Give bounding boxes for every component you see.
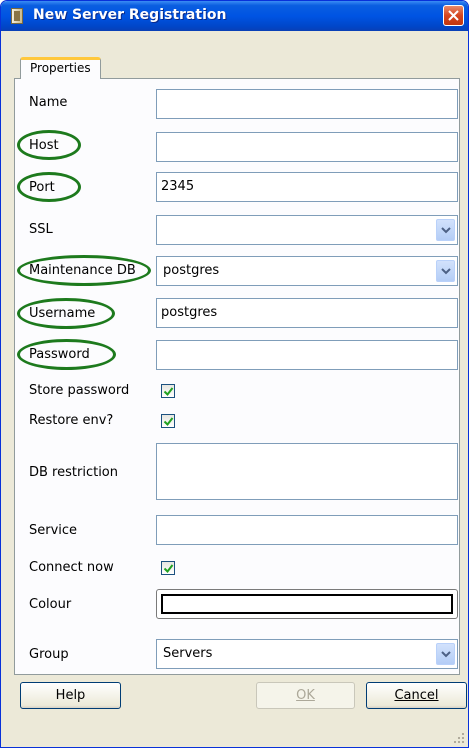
ssl-label: SSL (29, 222, 53, 237)
password-input[interactable] (156, 340, 458, 370)
maintenance-db-label: Maintenance DB (29, 263, 136, 278)
title-bar[interactable]: New Server Registration (1, 1, 468, 31)
maintenance-db-select[interactable]: postgres (156, 256, 458, 286)
colour-picker-button[interactable] (156, 589, 458, 619)
username-input[interactable]: postgres (156, 298, 458, 328)
password-label: Password (29, 347, 90, 362)
properties-panel (14, 78, 460, 675)
help-button[interactable]: Help (20, 682, 121, 709)
connect-now-label: Connect now (29, 560, 114, 575)
ssl-dropdown-button[interactable] (436, 219, 455, 241)
dialog-window: New Server Registration Properties Name … (0, 0, 469, 748)
host-label: Host (29, 138, 59, 153)
maintenance-db-dropdown-button[interactable] (436, 260, 455, 282)
close-button[interactable] (443, 5, 464, 26)
checkmark-icon (163, 564, 174, 574)
group-label: Group (29, 647, 69, 662)
chevron-down-icon (441, 651, 451, 658)
checkmark-icon (163, 417, 174, 427)
window-title: New Server Registration (33, 7, 227, 23)
chevron-down-icon (441, 227, 451, 234)
port-label: Port (29, 180, 55, 195)
name-input[interactable] (156, 89, 458, 119)
chevron-down-icon (441, 268, 451, 275)
store-password-checkbox[interactable] (161, 384, 175, 398)
name-label: Name (29, 95, 68, 110)
resize-grip-icon[interactable] (453, 732, 465, 744)
close-icon (448, 10, 459, 21)
ssl-select[interactable] (156, 215, 458, 245)
restore-env-label: Restore env? (29, 413, 114, 428)
username-label: Username (29, 306, 96, 321)
service-input[interactable] (156, 515, 458, 545)
checkmark-icon (163, 387, 174, 397)
host-input[interactable] (156, 132, 458, 162)
maintenance-db-select-value: postgres (163, 263, 220, 278)
group-select-value: Servers (163, 646, 213, 661)
service-label: Service (29, 523, 78, 538)
group-dropdown-button[interactable] (436, 643, 455, 665)
group-select[interactable]: Servers (156, 639, 458, 669)
db-restriction-label: DB restriction (29, 465, 118, 480)
cancel-button[interactable]: Cancel (366, 682, 467, 709)
restore-env-checkbox[interactable] (161, 414, 175, 428)
port-input[interactable]: 2345 (156, 172, 458, 202)
colour-swatch (161, 594, 453, 614)
tab-properties[interactable]: Properties (20, 57, 101, 79)
ok-button[interactable]: OK (256, 682, 355, 709)
connect-now-checkbox[interactable] (161, 561, 175, 575)
colour-label: Colour (29, 597, 72, 612)
db-restriction-input[interactable] (156, 443, 458, 500)
store-password-label: Store password (29, 383, 130, 398)
app-icon (11, 8, 23, 24)
